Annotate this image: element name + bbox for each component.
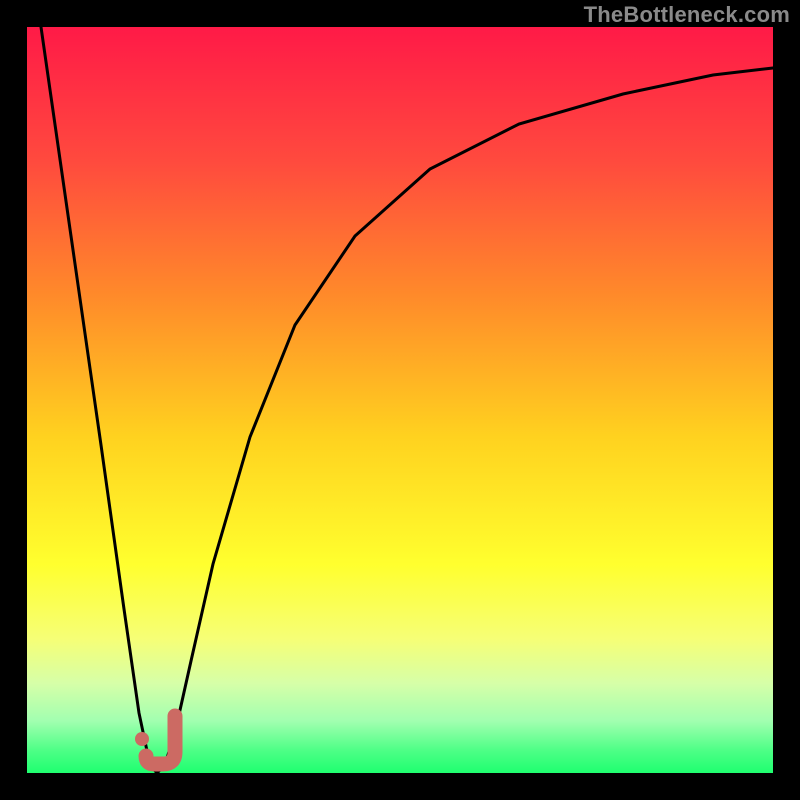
dot-marker	[135, 732, 149, 746]
chart-frame: TheBottleneck.com	[0, 0, 800, 800]
watermark-text: TheBottleneck.com	[584, 2, 790, 28]
plot-area	[27, 27, 773, 773]
chart-svg	[0, 0, 800, 800]
